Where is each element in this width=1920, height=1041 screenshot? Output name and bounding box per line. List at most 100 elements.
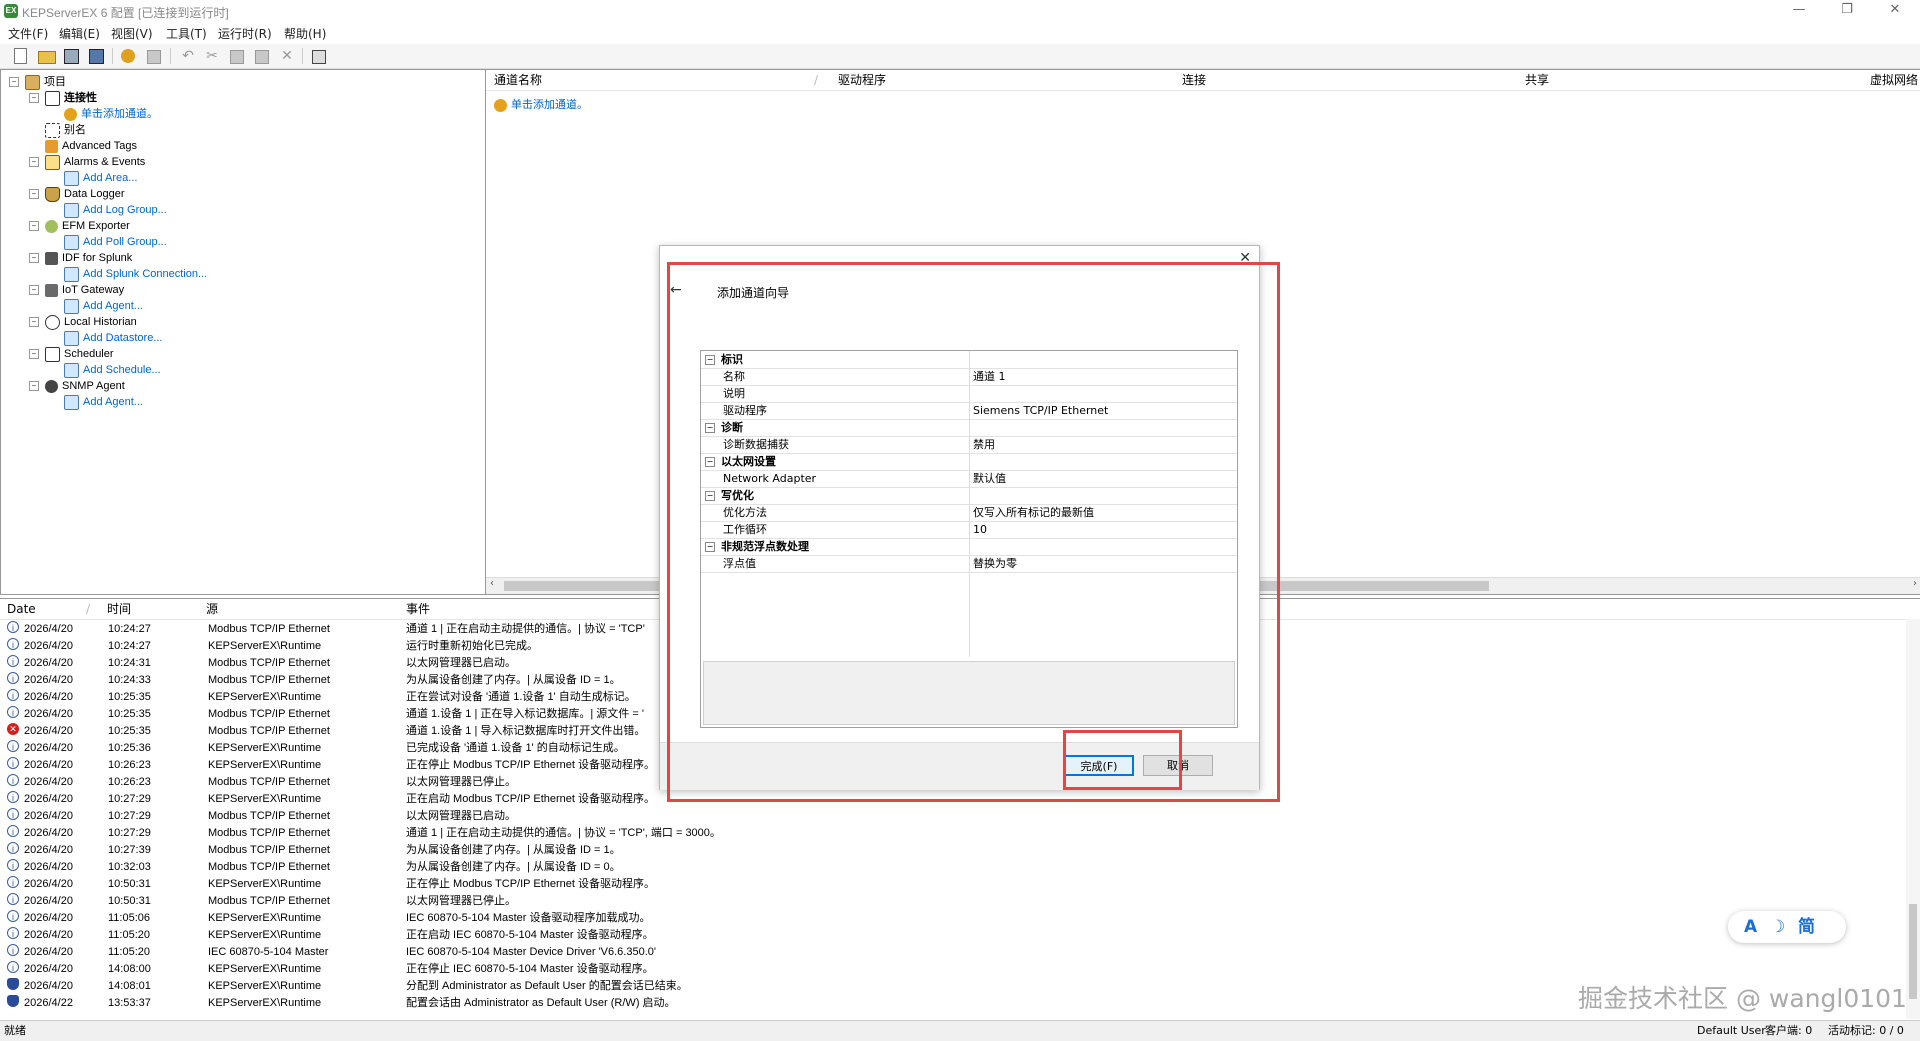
collapse-toggle-icon[interactable]: −: [29, 93, 39, 103]
tree-item[interactable]: − Scheduler: [29, 346, 114, 362]
column-connection[interactable]: 连接: [1182, 70, 1206, 90]
column-channel-name[interactable]: 通道名称: [494, 70, 542, 90]
collapse-toggle-icon[interactable]: −: [705, 491, 715, 501]
property-value[interactable]: Siemens TCP/IP Ethernet: [973, 402, 1108, 419]
log-row[interactable]: i 2026/4/20 10:27:29 KEPServerEX\Runtime 正在启…: [0, 791, 1900, 808]
log-row[interactable]: i 2026/4/20 14:08:00 KEPServerEX\Runtime 正在停…: [0, 961, 1900, 978]
log-row[interactable]: i 2026/4/20 10:32:03 Modbus TCP/IP Ethernet…: [0, 859, 1900, 876]
tree-item[interactable]: − IDF for Splunk: [29, 250, 132, 266]
tree-item[interactable]: Add Area...: [64, 170, 137, 186]
delete-icon[interactable]: ✕: [279, 48, 295, 64]
save-as-icon[interactable]: [89, 49, 104, 64]
menu-help[interactable]: 帮助(H): [284, 25, 326, 42]
tree-item[interactable]: 别名: [45, 122, 86, 138]
log-row[interactable]: i 2026/4/20 11:05:06 KEPServerEX\Runtime IEC…: [0, 910, 1900, 927]
collapse-toggle-icon[interactable]: −: [9, 77, 19, 87]
property-value[interactable]: 仅写入所有标记的最新值: [973, 504, 1094, 521]
property-value[interactable]: 通道 1: [973, 368, 1006, 385]
tree-item[interactable]: − Local Historian: [29, 314, 137, 330]
tree-item[interactable]: Add Schedule...: [64, 362, 161, 378]
paste-icon[interactable]: [255, 50, 269, 64]
tree-item[interactable]: − IoT Gateway: [29, 282, 124, 298]
finish-button[interactable]: 完成(F): [1064, 755, 1134, 776]
property-value[interactable]: 10: [973, 521, 987, 538]
undo-icon[interactable]: ↶: [180, 48, 196, 64]
tree-item-label[interactable]: Add Agent...: [83, 396, 143, 408]
tree-item-label[interactable]: Add Area...: [83, 172, 137, 184]
column-driver[interactable]: 驱动程序: [838, 70, 886, 90]
menu-edit[interactable]: 编辑(E): [59, 25, 100, 42]
tree-item[interactable]: Add Poll Group...: [64, 234, 167, 250]
menu-runtime[interactable]: 运行时(R): [218, 25, 272, 42]
new-device-icon[interactable]: [147, 50, 161, 64]
tree-item[interactable]: − Data Logger: [29, 186, 125, 202]
restore-button[interactable]: ❐: [1824, 0, 1870, 22]
new-channel-icon[interactable]: [121, 49, 135, 63]
collapse-toggle-icon[interactable]: −: [29, 253, 39, 263]
tree-item[interactable]: Add Agent...: [64, 394, 143, 410]
log-row[interactable]: i 2026/4/20 10:50:31 Modbus TCP/IP Ethernet…: [0, 893, 1900, 910]
log-row[interactable]: i 2026/4/20 10:27:29 Modbus TCP/IP Ethernet…: [0, 825, 1900, 842]
log-row[interactable]: i 2026/4/20 10:27:39 Modbus TCP/IP Ethernet…: [0, 842, 1900, 859]
column-time[interactable]: 时间: [107, 599, 131, 619]
collapse-toggle-icon[interactable]: −: [29, 285, 39, 295]
minimize-button[interactable]: —: [1776, 0, 1822, 22]
tree-item[interactable]: Advanced Tags: [45, 138, 137, 154]
ime-indicator[interactable]: A ☽ 简: [1728, 911, 1846, 943]
property-grid-splitter[interactable]: [969, 351, 970, 657]
add-channel-row[interactable]: 单击添加通道。: [494, 96, 588, 112]
tree-item[interactable]: 单击添加通道。: [64, 106, 158, 122]
tree-item[interactable]: − SNMP Agent: [29, 378, 125, 394]
collapse-toggle-icon[interactable]: −: [29, 381, 39, 391]
tree-item[interactable]: − 项目: [9, 74, 66, 90]
log-row[interactable]: i 2026/4/20 10:50:31 KEPServerEX\Runtime 正在停…: [0, 876, 1900, 893]
tree-item[interactable]: − Alarms & Events: [29, 154, 145, 170]
collapse-toggle-icon[interactable]: −: [705, 355, 715, 365]
collapse-toggle-icon[interactable]: −: [29, 317, 39, 327]
column-shared[interactable]: 共享: [1525, 70, 1549, 90]
column-source[interactable]: 源: [206, 599, 218, 619]
tree-item[interactable]: Add Agent...: [64, 298, 143, 314]
collapse-toggle-icon[interactable]: −: [29, 157, 39, 167]
collapse-toggle-icon[interactable]: −: [705, 457, 715, 467]
tree-item[interactable]: Add Splunk Connection...: [64, 266, 207, 282]
close-window-button[interactable]: ✕: [1872, 0, 1918, 22]
tree-item-label[interactable]: Add Poll Group...: [83, 236, 167, 248]
tree-item-label[interactable]: Add Datastore...: [83, 332, 163, 344]
collapse-toggle-icon[interactable]: −: [705, 542, 715, 552]
back-arrow-icon[interactable]: ←: [670, 282, 682, 298]
scrollbar-thumb[interactable]: [1909, 904, 1917, 999]
menu-tools[interactable]: 工具(T): [166, 25, 207, 42]
close-icon[interactable]: ✕: [1239, 250, 1251, 266]
log-row[interactable]: i 2026/4/20 10:27:29 Modbus TCP/IP Ethernet…: [0, 808, 1900, 825]
new-project-icon[interactable]: [14, 48, 27, 64]
tree-item[interactable]: Add Log Group...: [64, 202, 167, 218]
save-icon[interactable]: [64, 49, 79, 64]
tree-item-label[interactable]: Add Log Group...: [83, 204, 167, 216]
scroll-left-icon[interactable]: ‹: [490, 578, 494, 589]
quick-client-icon[interactable]: [312, 50, 326, 64]
property-value[interactable]: 禁用: [973, 436, 995, 453]
collapse-toggle-icon[interactable]: −: [29, 189, 39, 199]
log-row[interactable]: i 2026/4/20 11:05:20 IEC 60870-5-104 Master…: [0, 944, 1900, 961]
scroll-right-icon[interactable]: ›: [1913, 578, 1917, 589]
collapse-toggle-icon[interactable]: −: [29, 221, 39, 231]
menu-file[interactable]: 文件(F): [8, 25, 48, 42]
tree-item[interactable]: Add Datastore...: [64, 330, 163, 346]
collapse-toggle-icon[interactable]: −: [29, 349, 39, 359]
column-virtual-network[interactable]: 虚拟网络: [1870, 70, 1918, 90]
collapse-toggle-icon[interactable]: −: [705, 423, 715, 433]
property-value[interactable]: 替换为零: [973, 555, 1017, 572]
add-channel-link[interactable]: 单击添加通道。: [511, 99, 588, 111]
open-project-icon[interactable]: [38, 51, 56, 64]
cancel-button[interactable]: 取消: [1143, 755, 1213, 776]
vertical-scrollbar[interactable]: [1906, 619, 1920, 1019]
property-value[interactable]: 默认值: [973, 470, 1006, 487]
tree-item[interactable]: − 连接性: [29, 90, 97, 106]
column-event[interactable]: 事件: [406, 599, 430, 619]
menu-view[interactable]: 视图(V): [111, 25, 153, 42]
cut-icon[interactable]: ✂: [204, 48, 220, 64]
tree-item-label[interactable]: 单击添加通道。: [81, 108, 158, 120]
column-date[interactable]: Date: [7, 599, 36, 619]
tree-item-label[interactable]: Add Splunk Connection...: [83, 268, 207, 280]
